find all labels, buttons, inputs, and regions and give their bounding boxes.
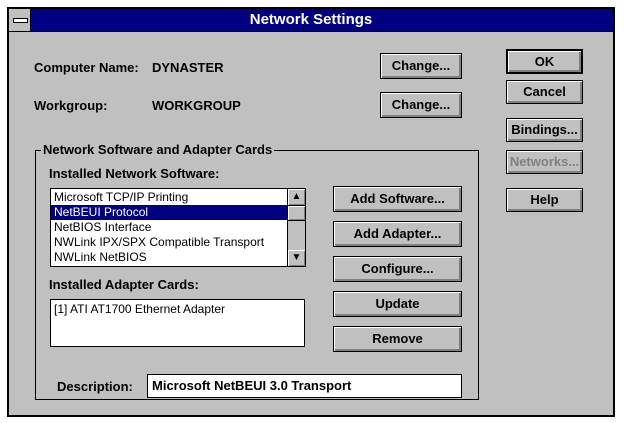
ok-button[interactable]: OK xyxy=(506,49,583,74)
help-button[interactable]: Help xyxy=(506,188,583,212)
bindings-button[interactable]: Bindings... xyxy=(506,118,583,142)
list-item-selected[interactable]: NetBEUI Protocol xyxy=(51,205,287,220)
list-item[interactable]: [1] ATI AT1700 Ethernet Adapter xyxy=(51,302,304,317)
change-computer-name-button[interactable]: Change... xyxy=(380,53,462,79)
workgroup-label: Workgroup: xyxy=(34,98,108,113)
networks-button: Networks... xyxy=(506,150,583,174)
description-label: Description: xyxy=(57,379,133,394)
workgroup-value: WORKGROUP xyxy=(152,98,241,113)
installed-software-listbox[interactable]: Microsoft TCP/IP Printing NetBEUI Protoc… xyxy=(50,188,306,267)
group-legend: Network Software and Adapter Cards xyxy=(41,142,275,157)
installed-adapters-label: Installed Adapter Cards: xyxy=(49,277,199,292)
change-workgroup-button[interactable]: Change... xyxy=(380,92,462,118)
installed-adapters-listbox[interactable]: [1] ATI AT1700 Ethernet Adapter xyxy=(50,299,305,347)
computer-name-value: DYNASTER xyxy=(152,60,224,75)
cancel-button[interactable]: Cancel xyxy=(506,80,583,104)
down-arrow-icon[interactable]: ▼ xyxy=(288,250,305,266)
configure-button[interactable]: Configure... xyxy=(333,256,462,282)
network-settings-dialog: Network Settings Computer Name: DYNASTER… xyxy=(7,7,615,417)
computer-name-label: Computer Name: xyxy=(34,60,139,75)
up-arrow-icon[interactable]: ▲ xyxy=(288,189,305,205)
remove-button[interactable]: Remove xyxy=(333,326,462,352)
software-scrollbar[interactable]: ▲ ▼ xyxy=(287,189,305,266)
list-item[interactable]: NWLink IPX/SPX Compatible Transport xyxy=(51,235,287,250)
add-software-button[interactable]: Add Software... xyxy=(333,186,462,212)
scrollbar-thumb[interactable] xyxy=(288,205,305,221)
add-adapter-button[interactable]: Add Adapter... xyxy=(333,221,462,247)
installed-software-label: Installed Network Software: xyxy=(49,166,220,181)
list-item[interactable]: Microsoft TCP/IP Printing xyxy=(51,190,287,205)
update-button[interactable]: Update xyxy=(333,291,462,317)
description-field[interactable]: Microsoft NetBEUI 3.0 Transport xyxy=(147,374,462,398)
list-item[interactable]: NetBIOS Interface xyxy=(51,220,287,235)
list-item[interactable]: NWLink NetBIOS xyxy=(51,250,287,265)
window-title: Network Settings xyxy=(249,11,373,28)
title-bar[interactable]: Network Settings xyxy=(9,9,613,32)
